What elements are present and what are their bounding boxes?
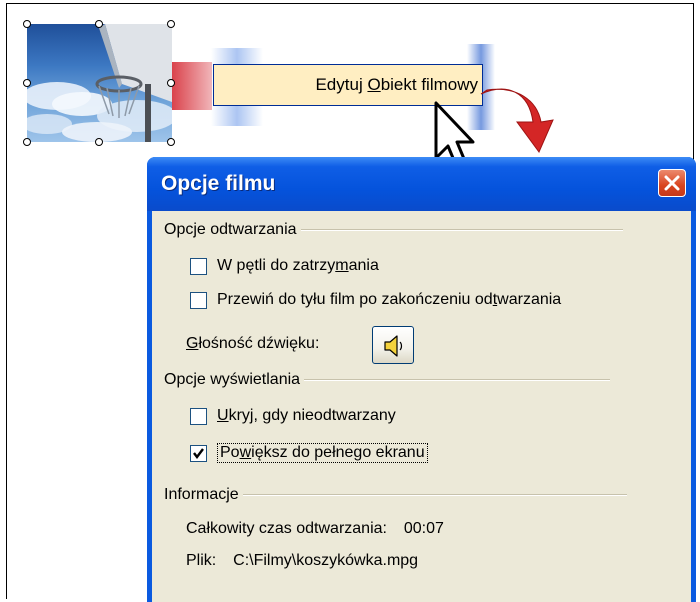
resize-handle-top-left[interactable]	[23, 20, 31, 28]
dialog-body: Opcje odtwarzania W pętli do zatrzymania…	[152, 211, 691, 602]
movie-thumbnail[interactable]	[27, 24, 172, 142]
total-playing-time-label: Całkowity czas odtwarzania:	[186, 520, 387, 537]
loop-option[interactable]: W pętli do zatrzymania	[190, 257, 379, 275]
information-header: Informacje	[164, 486, 239, 503]
close-button[interactable]	[658, 169, 686, 197]
curved-arrow-icon	[480, 88, 554, 153]
file-path-value: C:\Filmy\koszykówka.mpg	[233, 552, 419, 569]
display-options-group: Opcje wyświetlania	[164, 371, 611, 389]
total-playing-time-row: Całkowity czas odtwarzania: 00:07	[186, 520, 444, 538]
hide-when-not-playing-option[interactable]: Ukryj, gdy nieodtwarzany	[190, 407, 396, 425]
zoom-to-full-screen-option[interactable]: Powiększ do pełnego ekranu	[190, 443, 428, 463]
resize-handle-left[interactable]	[23, 79, 31, 87]
highlight-beam-red	[172, 62, 212, 110]
rewind-checkbox[interactable]	[190, 291, 207, 309]
resize-handle-top-right[interactable]	[167, 20, 175, 28]
file-row: Plik: C:\Filmy\koszykówka.mpg	[186, 552, 418, 570]
zoom-to-full-screen-label: Powiększ do pełnego ekranu	[217, 443, 428, 463]
movie-options-dialog: Opcje filmu Opcje odtwarzania W pętli do…	[147, 157, 696, 602]
menu-item-label-accelerator: O	[367, 75, 381, 94]
hide-when-not-playing-checkbox[interactable]	[190, 407, 207, 425]
information-group: Informacje	[164, 486, 627, 504]
resize-handle-bottom-left[interactable]	[23, 138, 31, 146]
resize-handle-bottom[interactable]	[95, 138, 103, 146]
hide-when-not-playing-label: Ukryj, gdy nieodtwarzany	[217, 407, 396, 424]
check-icon	[193, 447, 204, 459]
rewind-label: Przewiń do tyłu film po zakończeniu odtw…	[217, 291, 562, 308]
loop-label: W pętli do zatrzymania	[217, 257, 379, 274]
total-playing-time-value: 00:07	[403, 520, 444, 537]
volume-label: Głośność dźwięku:	[186, 335, 320, 352]
dialog-title-bar[interactable]: Opcje filmu	[147, 157, 696, 211]
group-divider	[300, 229, 623, 231]
dialog-title: Opcje filmu	[161, 172, 276, 195]
display-options-header: Opcje wyświetlania	[164, 371, 301, 388]
resize-handle-right[interactable]	[167, 79, 175, 87]
menu-item-label-suffix: biekt filmowy	[380, 75, 478, 94]
file-label: Plik:	[186, 552, 217, 569]
playback-options-header: Opcje odtwarzania	[164, 221, 297, 238]
resize-handle-bottom-right[interactable]	[167, 138, 175, 146]
volume-row: Głośność dźwięku:	[186, 335, 319, 353]
volume-button[interactable]	[372, 326, 414, 364]
group-divider	[242, 494, 627, 496]
playback-options-group: Opcje odtwarzania	[164, 221, 623, 239]
close-icon	[664, 175, 680, 191]
speaker-icon	[384, 335, 403, 357]
loop-checkbox[interactable]	[190, 257, 207, 275]
menu-item-label-prefix: Edytuj	[315, 75, 368, 94]
group-divider	[304, 379, 611, 381]
basketball-hoop-image	[27, 24, 172, 142]
zoom-to-full-screen-checkbox[interactable]	[190, 444, 207, 462]
rewind-option[interactable]: Przewiń do tyłu film po zakończeniu odtw…	[190, 291, 561, 309]
resize-handle-top[interactable]	[95, 20, 103, 28]
